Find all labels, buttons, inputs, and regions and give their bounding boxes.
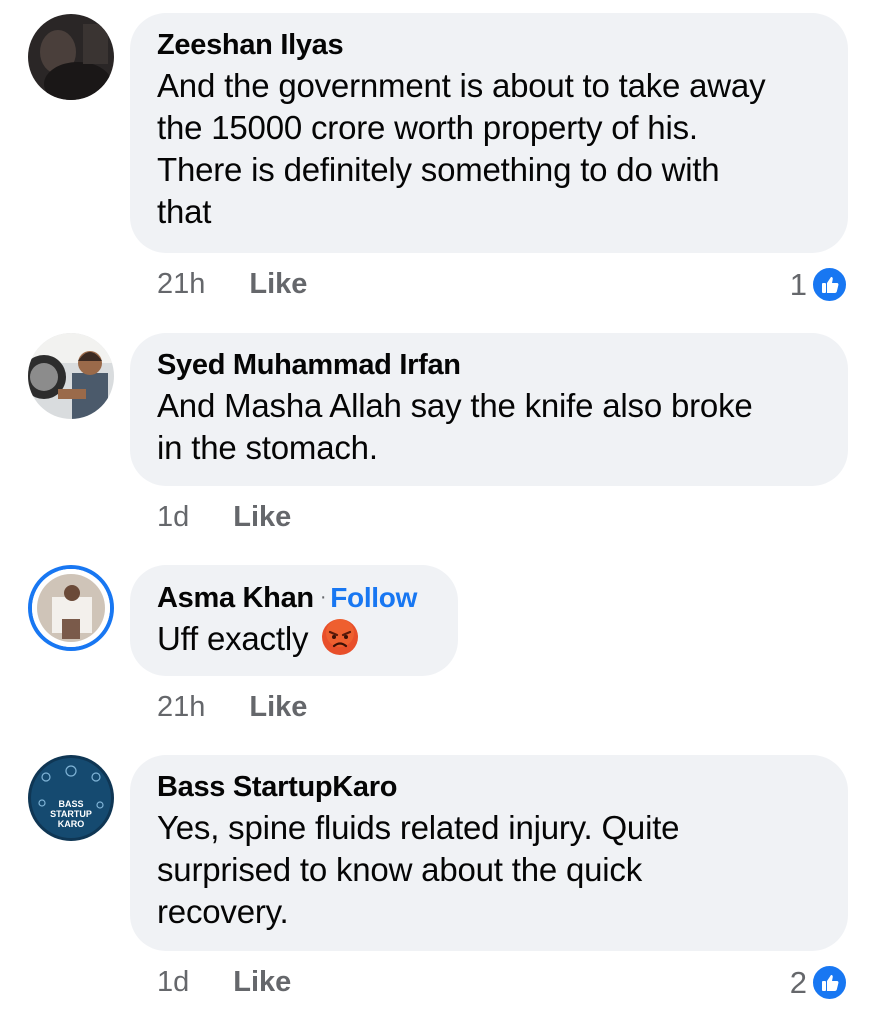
like-button[interactable]: Like <box>233 501 291 534</box>
comment-bubble: Asma Khan · Follow Uff exactly <box>130 565 458 676</box>
avatar[interactable] <box>28 565 114 651</box>
avatar-logo-text: KARO <box>58 819 85 829</box>
separator: · <box>319 586 327 608</box>
comment-author-row: Asma Khan · Follow <box>157 579 430 616</box>
avatar[interactable] <box>28 333 114 419</box>
comment-meta: 21h Like <box>157 268 307 301</box>
avatar-logo-text: STARTUP <box>50 809 92 819</box>
thumbs-up-icon <box>811 964 848 1001</box>
like-button[interactable]: Like <box>249 268 307 301</box>
avatar-logo-text: BASS <box>58 799 83 809</box>
comment-bubble: Bass StartupKaro Yes, spine fluids relat… <box>130 755 848 951</box>
like-button[interactable]: Like <box>249 691 307 724</box>
comment-author[interactable]: Asma Khan <box>157 582 314 614</box>
angry-face-icon <box>321 618 359 666</box>
comment-author[interactable]: Zeeshan Ilyas <box>157 27 820 63</box>
comment-time[interactable]: 1d <box>157 501 189 534</box>
comment-author[interactable]: Bass StartupKaro <box>157 769 820 805</box>
comment-time[interactable]: 21h <box>157 268 205 301</box>
reaction-count: 1 <box>789 266 807 302</box>
comment-meta: 1d Like <box>157 966 291 999</box>
comment-text: And the government is about to take away… <box>157 67 766 230</box>
comment-bubble: Zeeshan Ilyas And the government is abou… <box>130 13 848 253</box>
comment-author[interactable]: Syed Muhammad Irfan <box>157 347 820 383</box>
comment-meta: 21h Like <box>157 691 307 724</box>
thumbs-up-icon <box>811 266 848 303</box>
like-button[interactable]: Like <box>233 966 291 999</box>
comment-text: Uff exactly <box>157 618 430 666</box>
reaction-count: 2 <box>789 964 807 1000</box>
comment-time[interactable]: 1d <box>157 966 189 999</box>
comment-time[interactable]: 21h <box>157 691 205 724</box>
avatar[interactable]: BASS STARTUP KARO <box>28 755 114 841</box>
reaction-summary[interactable]: 2 <box>790 964 848 1001</box>
avatar[interactable] <box>28 14 114 100</box>
comment-text: And Masha Allah say the knife also broke… <box>157 387 753 466</box>
comment-meta: 1d Like <box>157 501 291 534</box>
reaction-summary[interactable]: 1 <box>790 266 848 303</box>
follow-button[interactable]: Follow <box>330 582 417 613</box>
comment-text: Yes, spine fluids related injury. Quite … <box>157 809 680 930</box>
comment-bubble: Syed Muhammad Irfan And Masha Allah say … <box>130 333 848 486</box>
